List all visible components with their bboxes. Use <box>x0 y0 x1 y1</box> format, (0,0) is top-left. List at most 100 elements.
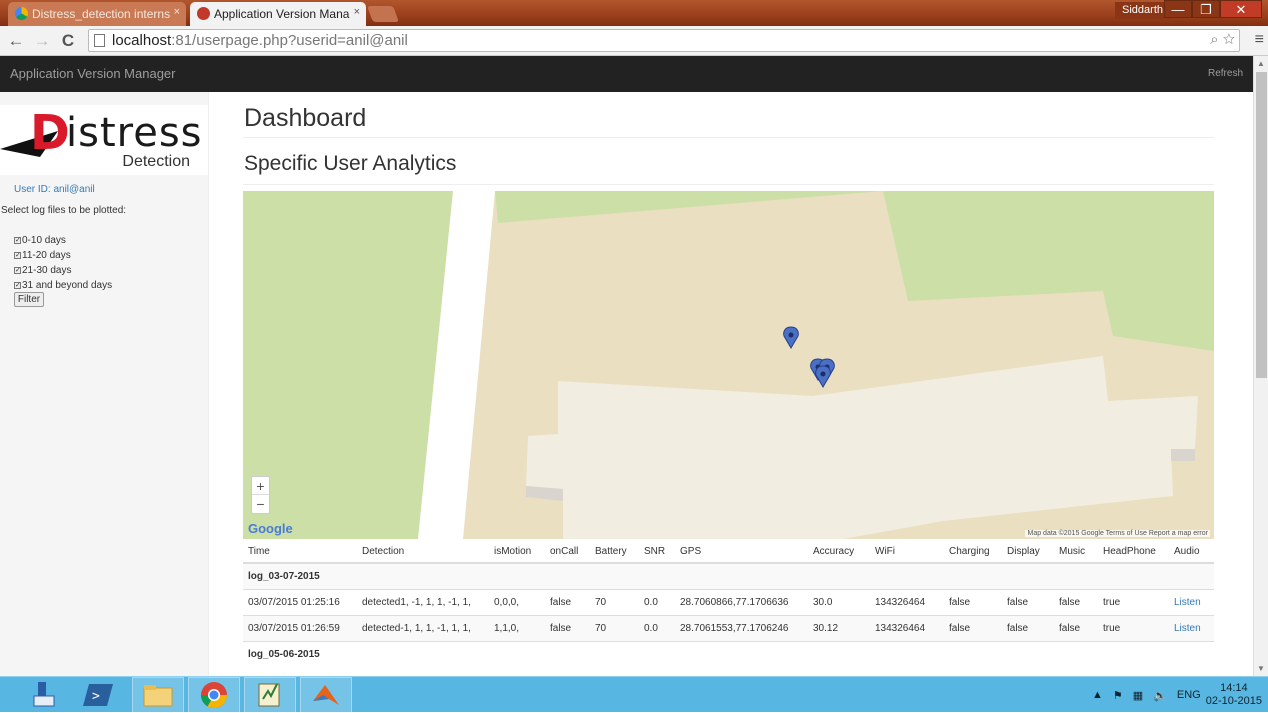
close-window-button[interactable]: ✕ <box>1220 0 1262 18</box>
zoom-in-button[interactable]: + <box>252 477 269 495</box>
chrome-menu-icon[interactable]: ≡ <box>1255 31 1264 49</box>
restore-button[interactable]: ❐ <box>1192 0 1220 18</box>
filter-0-10-days[interactable]: ✓ 0-10 days <box>14 233 112 248</box>
scroll-down-icon[interactable]: ▼ <box>1257 664 1265 673</box>
language-indicator[interactable]: ENG <box>1177 689 1201 701</box>
building-shadow <box>1171 449 1195 461</box>
distress-detection-logo: D istress Detection <box>0 105 208 175</box>
checkbox[interactable]: ✓ <box>14 267 21 274</box>
tab-title: Distress_detection interns <box>32 7 171 21</box>
cell-battery: 70 <box>590 614 639 641</box>
col-header: Display <box>1002 541 1054 564</box>
log-filter-checkboxes: ✓ 0-10 days ✓ 11-20 days ✓ 21-30 days ✓ 31 a… <box>14 233 112 293</box>
scrollbar-thumb[interactable] <box>1256 72 1267 378</box>
cell-ismotion: 0,0,0, <box>489 588 545 615</box>
checkbox[interactable]: ✓ <box>14 237 21 244</box>
matlab-icon[interactable] <box>300 677 352 713</box>
filter-31-beyond-days[interactable]: ✓ 31 and beyond days <box>14 278 112 293</box>
divider <box>243 184 1214 185</box>
editor-icon[interactable] <box>244 677 296 713</box>
cell-audio: Listen <box>1169 588 1214 615</box>
cell-detection: detected1, -1, 1, 1, -1, 1, <box>357 588 489 615</box>
scroll-up-icon[interactable]: ▲ <box>1257 59 1265 68</box>
zoom-out-button[interactable]: − <box>252 495 269 513</box>
cell-display: false <box>1002 588 1054 615</box>
cell-music: false <box>1054 588 1098 615</box>
col-header: GPS <box>675 541 808 564</box>
section-title: Specific User Analytics <box>244 152 457 175</box>
filter-11-20-days[interactable]: ✓ 11-20 days <box>14 248 112 263</box>
cell-wifi: 134326464 <box>870 614 944 641</box>
user-id-link[interactable]: User ID: anil@anil <box>14 184 95 195</box>
drive-icon <box>15 7 28 20</box>
url-text[interactable]: localhost:81/userpage.php?userid=anil@an… <box>112 32 408 49</box>
close-tab-icon[interactable]: × <box>174 6 180 18</box>
map-canvas[interactable] <box>243 191 1214 539</box>
table-row: 03/07/2015 01:25:16 detected1, -1, 1, 1,… <box>243 588 1214 615</box>
cell-charging: false <box>944 588 1002 615</box>
google-logo: Google <box>248 521 293 536</box>
filter-button[interactable]: Filter <box>14 292 44 307</box>
col-header: Accuracy <box>808 541 870 564</box>
tab-title: Application Version Mana <box>214 7 350 21</box>
listen-link[interactable]: Listen <box>1174 597 1201 608</box>
taskbar-clock[interactable]: 14:14 02-10-2015 <box>1206 682 1262 708</box>
action-center-flag-icon[interactable]: ⚑ <box>1113 689 1123 702</box>
tab-distress-detection[interactable]: Distress_detection interns × <box>8 2 186 26</box>
table-header-row: Time Detection isMotion onCall Battery S… <box>243 541 1214 564</box>
map-credit[interactable]: Map data ©2015 Google Terms of Use Repor… <box>1025 530 1210 537</box>
browser-toolbar: ← → C localhost:81/userpage.php?userid=a… <box>0 26 1268 56</box>
cell-accuracy: 30.12 <box>808 614 870 641</box>
cell-snr: 0.0 <box>639 614 675 641</box>
cell-gps: 28.7060866,77.1706636 <box>675 588 808 615</box>
powershell-icon[interactable]: > <box>72 677 124 713</box>
browser-tabstrip: Distress_detection interns × Application… <box>0 0 1268 26</box>
cell-accuracy: 30.0 <box>808 588 870 615</box>
google-map[interactable]: + − Google Map data ©2015 Google Terms o… <box>243 191 1214 539</box>
address-bar[interactable]: localhost:81/userpage.php?userid=anil@an… <box>88 29 1240 52</box>
forward-arrow-icon[interactable]: → <box>32 31 52 51</box>
page-scrollbar[interactable]: ▲ ▼ <box>1253 56 1268 676</box>
logo-word: istress <box>66 110 203 156</box>
back-arrow-icon[interactable]: ← <box>6 31 26 51</box>
system-tray: ▲ ⚑ ▦ 🔈 ENG 14:14 02-10-2015 <box>1087 677 1262 713</box>
checkbox[interactable]: ✓ <box>14 252 21 259</box>
chrome-icon[interactable] <box>188 677 240 713</box>
col-header: isMotion <box>489 541 545 564</box>
filter-21-30-days[interactable]: ✓ 21-30 days <box>14 263 112 278</box>
col-header: Detection <box>357 541 489 564</box>
log-group-name: log_05-06-2015 <box>243 640 1214 667</box>
cell-headphone: true <box>1098 588 1169 615</box>
col-header: Time <box>243 541 357 564</box>
cell-battery: 70 <box>590 588 639 615</box>
navbar-brand[interactable]: Application Version Manager <box>10 66 176 81</box>
volume-muted-icon[interactable]: 🔈 <box>1153 689 1167 702</box>
tab-app-version-manager[interactable]: Application Version Mana × <box>190 2 366 26</box>
cell-detection: detected-1, 1, 1, -1, 1, 1, <box>357 614 489 641</box>
minimize-button[interactable]: — <box>1164 0 1192 18</box>
refresh-link[interactable]: Refresh <box>1208 68 1243 79</box>
browser-user-badge[interactable]: Siddarth <box>1115 2 1170 19</box>
new-tab-button[interactable] <box>367 6 399 22</box>
network-icon[interactable]: ▦ <box>1133 689 1143 702</box>
reload-icon[interactable]: C <box>58 31 78 51</box>
table-row: 03/07/2015 01:26:59 detected-1, 1, 1, -1… <box>243 614 1214 641</box>
cell-oncall: false <box>545 614 590 641</box>
window-controls: — ❐ ✕ <box>1164 0 1262 18</box>
cell-snr: 0.0 <box>639 588 675 615</box>
page-title: Dashboard <box>244 104 367 132</box>
app-navbar: Application Version Manager Refresh <box>0 56 1253 92</box>
col-header: Charging <box>944 541 1002 564</box>
park-area-left <box>243 191 453 539</box>
cell-headphone: true <box>1098 614 1169 641</box>
zoom-bookmark-icons[interactable]: ⌕ ☆ <box>1210 31 1235 48</box>
listen-link[interactable]: Listen <box>1174 623 1201 634</box>
col-header: Music <box>1054 541 1098 564</box>
checkbox[interactable]: ✓ <box>14 282 21 289</box>
close-tab-icon[interactable]: × <box>354 6 360 18</box>
show-hidden-icons[interactable]: ▲ <box>1092 689 1103 701</box>
file-manager-icon[interactable] <box>16 677 68 713</box>
cell-music: false <box>1054 614 1098 641</box>
log-group-name: log_03-07-2015 <box>243 562 1214 589</box>
explorer-folder-icon[interactable] <box>132 677 184 713</box>
